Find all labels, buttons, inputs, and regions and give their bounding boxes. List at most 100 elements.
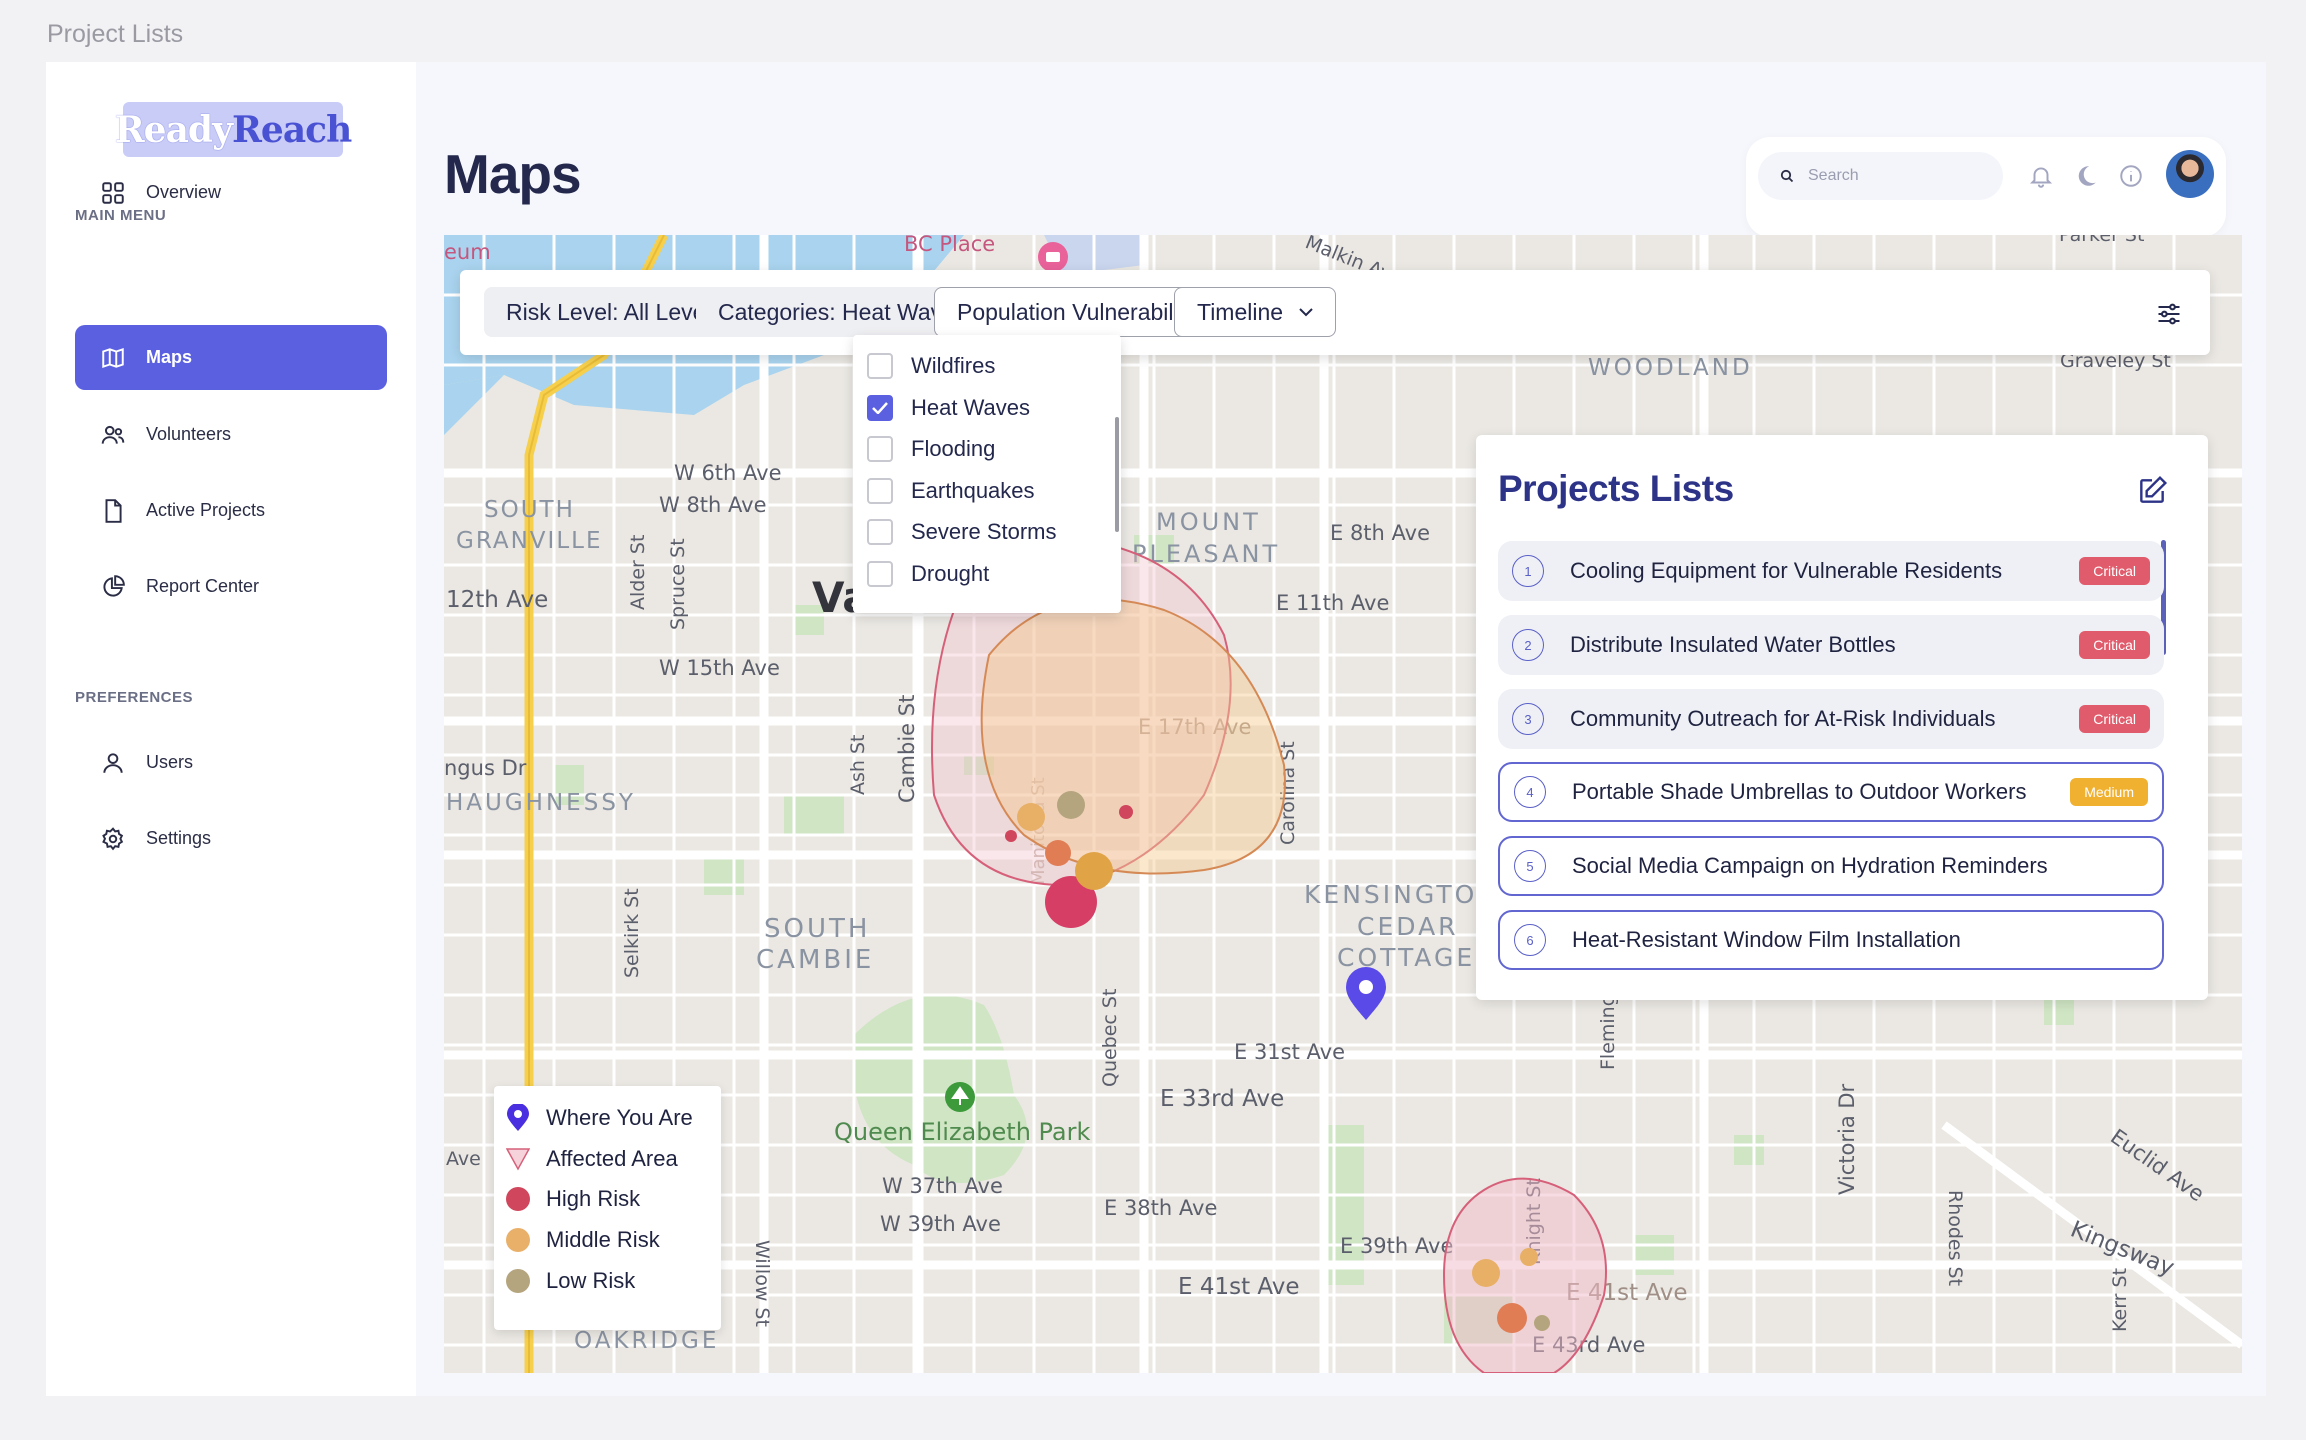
sidebar-item-maps[interactable]: Maps xyxy=(75,325,387,390)
checkbox[interactable] xyxy=(867,353,893,379)
map-icon xyxy=(102,347,124,368)
sidebar-item-report-center[interactable]: Report Center xyxy=(75,554,387,619)
moon-icon[interactable] xyxy=(2073,163,2099,189)
map-label: E 11th Ave xyxy=(1276,591,1389,615)
timeline-dropdown[interactable]: Timeline xyxy=(1174,287,1337,337)
sidebar-item-volunteers[interactable]: Volunteers xyxy=(75,402,387,467)
logo[interactable]: Ready Reach xyxy=(115,102,352,157)
option-flooding[interactable]: Flooding xyxy=(867,436,995,462)
avatar[interactable] xyxy=(2166,150,2214,198)
option-label: Drought xyxy=(911,561,990,586)
chevron-down-icon xyxy=(1299,307,1313,316)
project-number: 3 xyxy=(1512,703,1544,735)
user-icon xyxy=(103,752,123,773)
preferences-label: PREFERENCES xyxy=(75,689,194,706)
option-label: Severe Storms xyxy=(911,519,1057,544)
map-label: WOODLAND xyxy=(1588,355,1753,381)
option-heat-waves[interactable]: Heat Waves xyxy=(867,395,1030,421)
option-drought[interactable]: Drought xyxy=(867,561,989,587)
legend-where-you-are: Where You Are xyxy=(506,1104,693,1132)
map-label: E 39th Ave xyxy=(1340,1234,1453,1258)
map-label: ngus Dr xyxy=(444,756,527,780)
map-label: Kerr St xyxy=(2109,1268,2131,1332)
logo-text-2: Reach xyxy=(232,108,352,151)
project-name: Distribute Insulated Water Bottles xyxy=(1570,632,1896,657)
status-badge: Critical xyxy=(2079,705,2150,733)
sidebar-item-users[interactable]: Users xyxy=(75,730,387,795)
map-label: Cambie St xyxy=(895,695,919,803)
option-earthquakes[interactable]: Earthquakes xyxy=(867,478,1035,504)
map-label: SOUTH xyxy=(484,497,575,523)
filter-settings-icon[interactable] xyxy=(2155,300,2183,328)
legend-middle-risk: Middle Risk xyxy=(506,1227,660,1253)
categories-label: Categories: Heat Waves xyxy=(718,298,967,325)
map-label: CEDAR xyxy=(1357,912,1459,941)
sidebar-item-label: Overview xyxy=(146,182,222,202)
status-badge: Critical xyxy=(2079,631,2150,659)
sidebar-item-settings[interactable]: Settings xyxy=(75,806,387,871)
project-row[interactable]: 6 Heat-Resistant Window Film Installation xyxy=(1498,910,2164,970)
project-number: 6 xyxy=(1514,924,1546,956)
info-icon[interactable] xyxy=(2118,163,2144,189)
window-title: Project Lists xyxy=(47,20,184,48)
page-title: Maps xyxy=(444,143,582,205)
check-icon xyxy=(872,402,888,414)
map-label: E 38th Ave xyxy=(1104,1196,1217,1220)
project-row[interactable]: 2 Distribute Insulated Water Bottles Criti… xyxy=(1498,615,2164,675)
map-label: W 39th Ave xyxy=(880,1212,1001,1236)
park-tree-icon xyxy=(945,1082,975,1112)
users-icon xyxy=(101,425,125,444)
legend-affected-area: Affected Area xyxy=(506,1146,678,1172)
option-wildfires[interactable]: Wildfires xyxy=(867,353,995,379)
projects-panel: Projects Lists 1 Cooling Equipment for Vu… xyxy=(1476,435,2208,1000)
projects-title: Projects Lists xyxy=(1498,468,1734,509)
map-label: 12th Ave xyxy=(446,587,548,613)
bell-icon[interactable] xyxy=(2028,163,2054,189)
map-label: KENSINGTON xyxy=(1304,880,1499,909)
project-row[interactable]: 1 Cooling Equipment for Vulnerable Reside… xyxy=(1498,541,2164,601)
gear-icon xyxy=(102,826,124,850)
option-label: Heat Waves xyxy=(911,395,1031,420)
project-row[interactable]: 5 Social Media Campaign on Hydration Remi… xyxy=(1498,836,2164,896)
filter-bar: Risk Level: All Levels Categories: Heat … xyxy=(460,270,2210,355)
sidebar-item-overview[interactable]: Overview xyxy=(75,160,387,225)
edit-icon[interactable] xyxy=(2136,475,2168,507)
low-risk-dot xyxy=(506,1269,530,1293)
map-label: E 8th Ave xyxy=(1330,521,1430,545)
map-canvas[interactable]: W 6th Ave W 8th Ave SOUTH GRANVILLE 12th… xyxy=(444,235,2242,1373)
categories-menu: Wildfires Heat Waves Flooding Earthquake… xyxy=(853,335,1121,613)
search-input[interactable]: Search xyxy=(1758,152,2003,200)
map-label: MOUNT xyxy=(1156,508,1261,536)
map-label: E 41st Ave xyxy=(1178,1274,1300,1300)
scrollbar[interactable] xyxy=(1115,417,1119,532)
checkbox[interactable] xyxy=(867,519,893,545)
checkbox[interactable] xyxy=(867,478,893,504)
status-badge: Medium xyxy=(2070,778,2148,806)
sidebar-item-label: Settings xyxy=(146,828,212,848)
legend-label: Where You Are xyxy=(546,1105,693,1130)
main-content: Maps Search W 6th Ave W 8th Ave SOUTH GR… xyxy=(416,62,2266,1396)
map-label: Selkirk St xyxy=(621,888,643,978)
map-label: SOUTH xyxy=(764,914,870,944)
project-row[interactable]: 4 Portable Shade Umbrellas to Outdoor Wor… xyxy=(1498,762,2164,822)
checkbox-checked[interactable] xyxy=(867,395,893,421)
project-row[interactable]: 3 Community Outreach for At-Risk Individu… xyxy=(1498,689,2164,749)
option-severe-storms[interactable]: Severe Storms xyxy=(867,519,1057,545)
map-label: GRANVILLE xyxy=(456,528,603,554)
legend-low-risk: Low Risk xyxy=(506,1268,635,1294)
checkbox[interactable] xyxy=(867,436,893,462)
sidebar-item-label: Volunteers xyxy=(146,424,232,444)
risk-level-label: Risk Level: All Levels xyxy=(506,298,723,325)
option-label: Flooding xyxy=(911,436,996,461)
map-label: Ave xyxy=(446,1148,481,1170)
search-icon xyxy=(1780,169,1794,183)
project-number: 4 xyxy=(1514,776,1546,808)
legend-label: Affected Area xyxy=(546,1146,678,1171)
project-name: Community Outreach for At-Risk Individua… xyxy=(1570,706,1996,731)
map-label: eum xyxy=(444,240,491,264)
sidebar-item-active-projects[interactable]: Active Projects xyxy=(75,478,387,543)
map-label: E 33rd Ave xyxy=(1160,1086,1284,1112)
sidebar-item-label: Active Projects xyxy=(146,500,266,520)
map-label: Rhodes St xyxy=(1944,1190,1966,1286)
checkbox[interactable] xyxy=(867,561,893,587)
